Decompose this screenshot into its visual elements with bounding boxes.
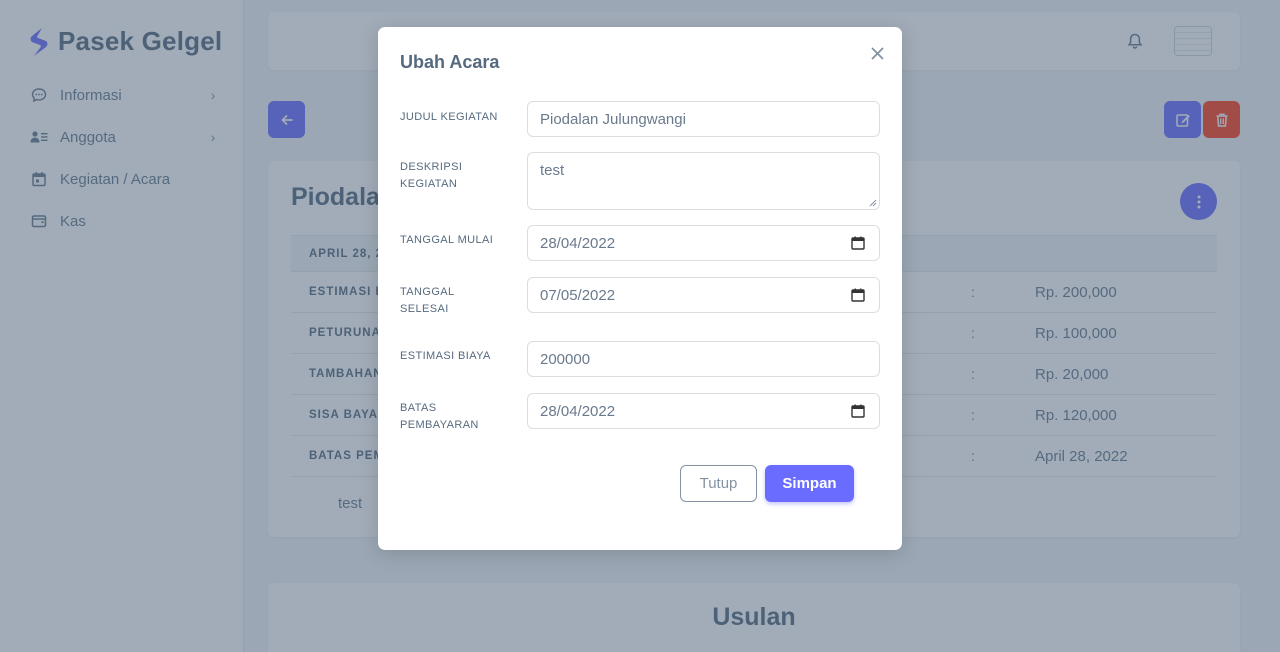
tutup-button[interactable]: Tutup bbox=[680, 465, 757, 502]
tanggal-mulai-input[interactable]: 28/04/2022 bbox=[527, 225, 880, 261]
label-line: TANGGAL bbox=[400, 286, 455, 298]
batas-pembayaran-value: 28/04/2022 bbox=[540, 402, 616, 420]
simpan-button[interactable]: Simpan bbox=[765, 465, 854, 502]
modal-title: Ubah Acara bbox=[400, 52, 500, 72]
tanggal-selesai-label: TANGGAL SELESAI bbox=[400, 284, 510, 318]
batas-pembayaran-label: BATAS PEMBAYARAN bbox=[400, 400, 510, 434]
label-line: BATAS bbox=[400, 402, 437, 414]
tanggal-selesai-value: 07/05/2022 bbox=[540, 286, 616, 304]
judul-kegiatan-label: JUDUL KEGIATAN bbox=[400, 111, 498, 123]
estimasi-biaya-label: ESTIMASI BIAYA bbox=[400, 350, 491, 362]
close-icon[interactable] bbox=[868, 44, 886, 62]
calendar-picker-icon[interactable] bbox=[851, 288, 865, 302]
judul-kegiatan-input[interactable]: Piodalan Julungwangi bbox=[527, 101, 880, 137]
tanggal-mulai-value: 28/04/2022 bbox=[540, 234, 616, 252]
calendar-picker-icon[interactable] bbox=[851, 236, 865, 250]
tanggal-mulai-label: TANGGAL MULAI bbox=[400, 234, 494, 246]
deskripsi-kegiatan-textarea[interactable]: test bbox=[527, 152, 880, 210]
tanggal-selesai-input[interactable]: 07/05/2022 bbox=[527, 277, 880, 313]
edit-event-modal: Ubah Acara JUDUL KEGIATAN Piodalan Julun… bbox=[378, 27, 902, 550]
label-line: KEGIATAN bbox=[400, 178, 458, 190]
estimasi-biaya-value: 200000 bbox=[540, 350, 591, 368]
judul-kegiatan-value: Piodalan Julungwangi bbox=[540, 110, 686, 128]
label-line: DESKRIPSI bbox=[400, 161, 463, 173]
deskripsi-kegiatan-label: DESKRIPSI KEGIATAN bbox=[400, 159, 510, 193]
label-line: SELESAI bbox=[400, 303, 449, 315]
deskripsi-kegiatan-value: test bbox=[540, 162, 565, 179]
resize-handle-icon[interactable] bbox=[869, 199, 877, 207]
label-line: PEMBAYARAN bbox=[400, 419, 479, 431]
estimasi-biaya-input[interactable]: 200000 bbox=[527, 341, 880, 377]
calendar-picker-icon[interactable] bbox=[851, 404, 865, 418]
batas-pembayaran-input[interactable]: 28/04/2022 bbox=[527, 393, 880, 429]
